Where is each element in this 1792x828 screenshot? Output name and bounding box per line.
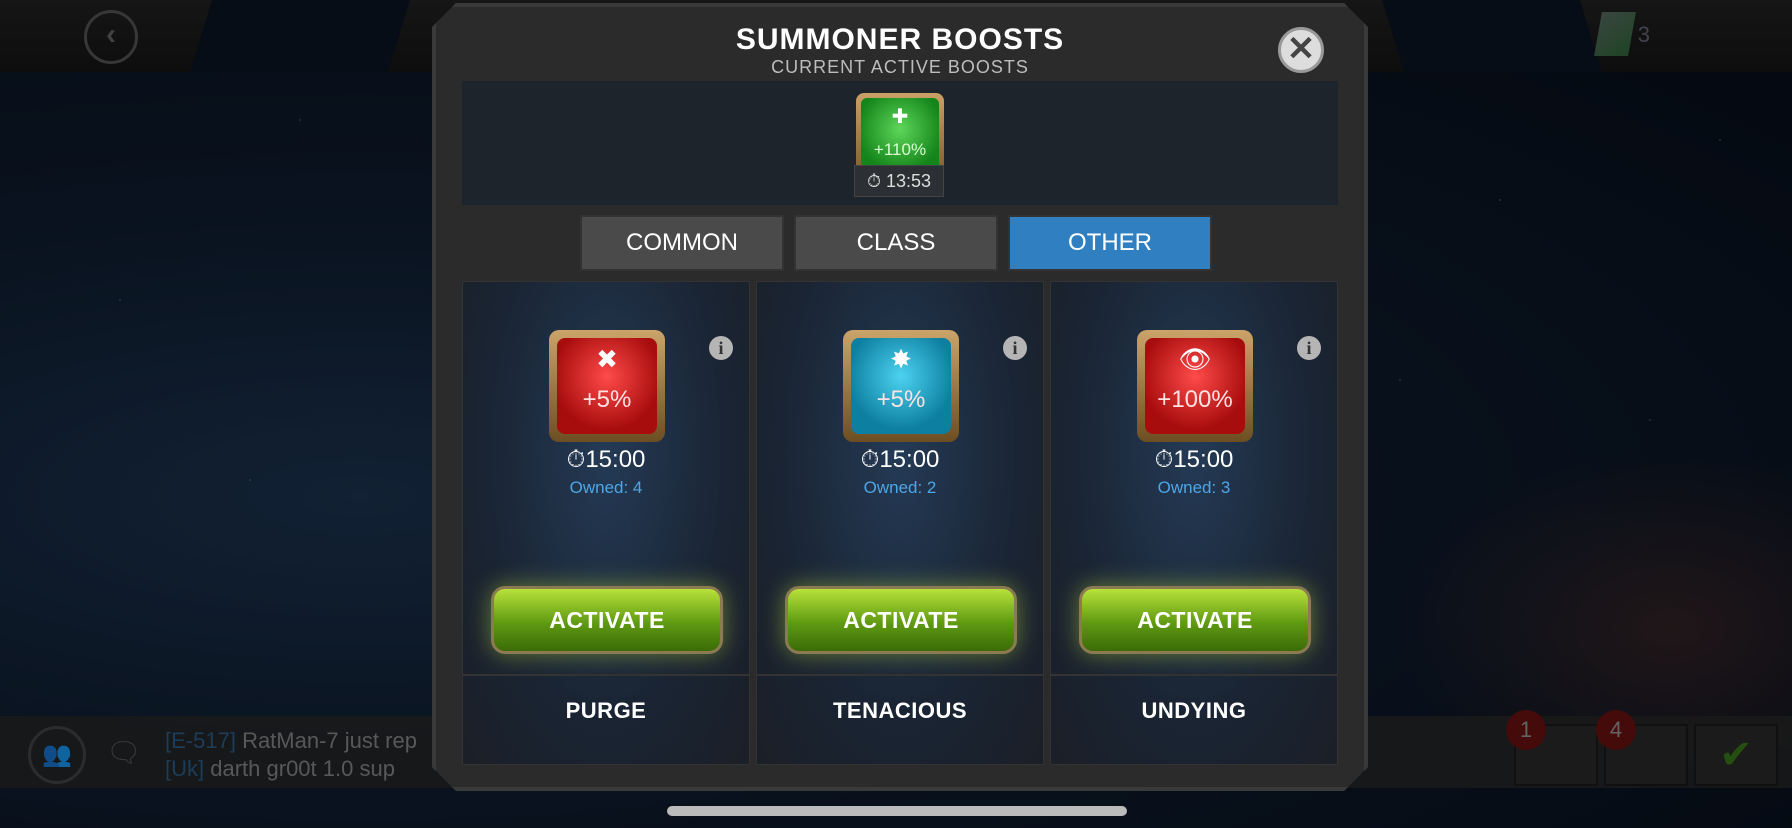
activate-button[interactable]: ACTIVATE (1079, 586, 1311, 654)
active-boost-timer: ⏱ 13:53 (854, 165, 944, 197)
heart-x-icon: ✖ (596, 344, 618, 374)
burst-arrow-icon: ✸ (890, 344, 912, 374)
boost-percent: +100% (1157, 386, 1233, 413)
boost-name: TENACIOUS (832, 698, 968, 723)
divider (463, 674, 749, 676)
boost-gem: ✸ +5% (851, 338, 951, 434)
stopwatch-icon: ⏱ (566, 446, 586, 473)
eye-icon: 👁 (1178, 344, 1212, 374)
stopwatch-icon: ⏱ (1154, 446, 1174, 473)
boost-duration: 15:00 (585, 446, 646, 473)
close-icon: ✕ (1286, 30, 1316, 68)
boost-percent: +5% (876, 386, 926, 413)
summoner-boosts-modal: SUMMONER BOOSTS CURRENT ACTIVE BOOSTS ✕ … (432, 3, 1368, 791)
active-boost-time: 13:53 (886, 171, 932, 191)
boost-gem: 👁 +100% (1145, 338, 1245, 434)
activate-button[interactable]: ACTIVATE (785, 586, 1017, 654)
boost-timer: ⏱15:00 (757, 446, 1043, 474)
owned-count: Owned: 2 (863, 478, 937, 497)
boost-duration: 15:00 (1173, 446, 1234, 473)
info-icon[interactable]: i (709, 336, 733, 360)
boost-icon[interactable]: ✸ +5% (843, 330, 959, 442)
boost-timer: ⏱15:00 (463, 446, 749, 474)
boost-percent: +5% (582, 386, 632, 413)
activate-button[interactable]: ACTIVATE (491, 586, 723, 654)
boost-gem: ✖ +5% (557, 338, 657, 434)
stopwatch-icon: ⏱ (866, 171, 881, 191)
divider (1051, 674, 1337, 676)
stopwatch-icon: ⏱ (860, 446, 880, 473)
divider (757, 674, 1043, 676)
boost-timer: ⏱15:00 (1051, 446, 1337, 474)
owned-count: Owned: 3 (1157, 478, 1231, 497)
owned-count: Owned: 4 (569, 478, 643, 497)
tab-other[interactable]: OTHER (1008, 215, 1212, 271)
heal-arrow-icon: ✚ (891, 106, 909, 128)
boost-icon[interactable]: 👁 +100% (1137, 330, 1253, 442)
boost-duration: 15:00 (879, 446, 940, 473)
boost-name: PURGE (565, 698, 647, 723)
modal-subtitle: CURRENT ACTIVE BOOSTS (771, 57, 1029, 77)
boost-card-purge: i ✖ +5% ⏱15:00 Owned: 4 ACTIVATE PURGE (462, 281, 750, 765)
info-icon[interactable]: i (1297, 336, 1321, 360)
boost-name: UNDYING (1141, 698, 1247, 723)
close-button[interactable]: ✕ (1278, 27, 1324, 73)
boost-icon[interactable]: ✖ +5% (549, 330, 665, 442)
tab-class[interactable]: CLASS (794, 215, 998, 271)
boost-card-undying: i 👁 +100% ⏱15:00 Owned: 3 ACTIVATE UNDYI… (1050, 281, 1338, 765)
home-indicator[interactable] (667, 806, 1127, 816)
boost-card-tenacious: i ✸ +5% ⏱15:00 Owned: 2 ACTIVATE TENACIO… (756, 281, 1044, 765)
modal-title: SUMMONER BOOSTS (735, 23, 1065, 56)
info-icon[interactable]: i (1003, 336, 1027, 360)
tab-common[interactable]: COMMON (580, 215, 784, 271)
active-boosts-panel: ✚ +110% ⏱ 13:53 (462, 81, 1338, 205)
active-boost-percent: +110% (873, 140, 927, 159)
boost-cards: i ✖ +5% ⏱15:00 Owned: 4 ACTIVATE PURGE i… (462, 281, 1338, 765)
